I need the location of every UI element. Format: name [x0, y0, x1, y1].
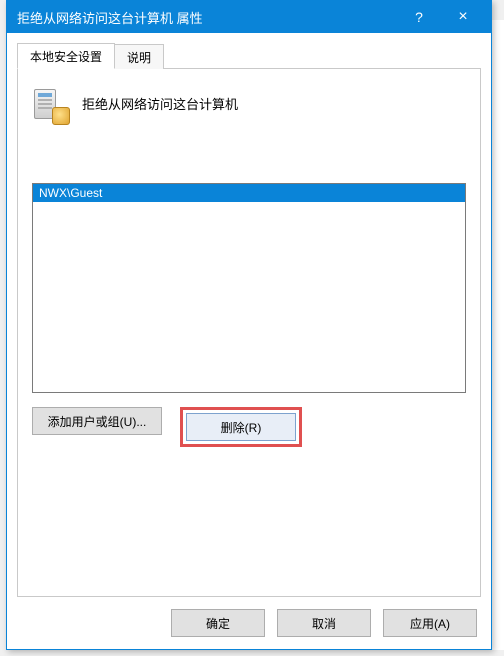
policy-header: 拒绝从网络访问这台计算机: [32, 83, 466, 123]
tab-panel: 拒绝从网络访问这台计算机 NWX\Guest 添加用户或组(U)... 删除(R…: [17, 68, 481, 597]
window-title: 拒绝从网络访问这台计算机 属性: [17, 8, 397, 27]
remove-button[interactable]: 删除(R): [186, 413, 296, 441]
remove-highlight: 删除(R): [180, 407, 302, 447]
policy-title: 拒绝从网络访问这台计算机: [82, 94, 238, 113]
tab-explain[interactable]: 说明: [114, 44, 164, 69]
tab-row: 本地安全设置 说明: [17, 43, 481, 69]
dialog-body: 本地安全设置 说明 拒绝从网络访问这台计算机 NWX\Guest 添加用户或组(…: [7, 33, 491, 597]
properties-dialog: 拒绝从网络访问这台计算机 属性 ? × 本地安全设置 说明 拒绝从网络访问这台计…: [6, 0, 492, 650]
titlebar: 拒绝从网络访问这台计算机 属性 ? ×: [7, 1, 491, 33]
close-button[interactable]: ×: [441, 1, 485, 33]
list-buttons-row: 添加用户或组(U)... 删除(R): [32, 407, 466, 447]
tab-local-security-settings[interactable]: 本地安全设置: [17, 43, 115, 69]
list-item[interactable]: NWX\Guest: [33, 184, 465, 202]
add-user-or-group-button[interactable]: 添加用户或组(U)...: [32, 407, 162, 435]
policy-icon: [32, 83, 68, 123]
dialog-footer: 确定 取消 应用(A): [7, 597, 491, 649]
help-button[interactable]: ?: [397, 1, 441, 33]
cancel-button[interactable]: 取消: [277, 609, 371, 637]
apply-button[interactable]: 应用(A): [383, 609, 477, 637]
principals-listbox[interactable]: NWX\Guest: [32, 183, 466, 393]
ok-button[interactable]: 确定: [171, 609, 265, 637]
